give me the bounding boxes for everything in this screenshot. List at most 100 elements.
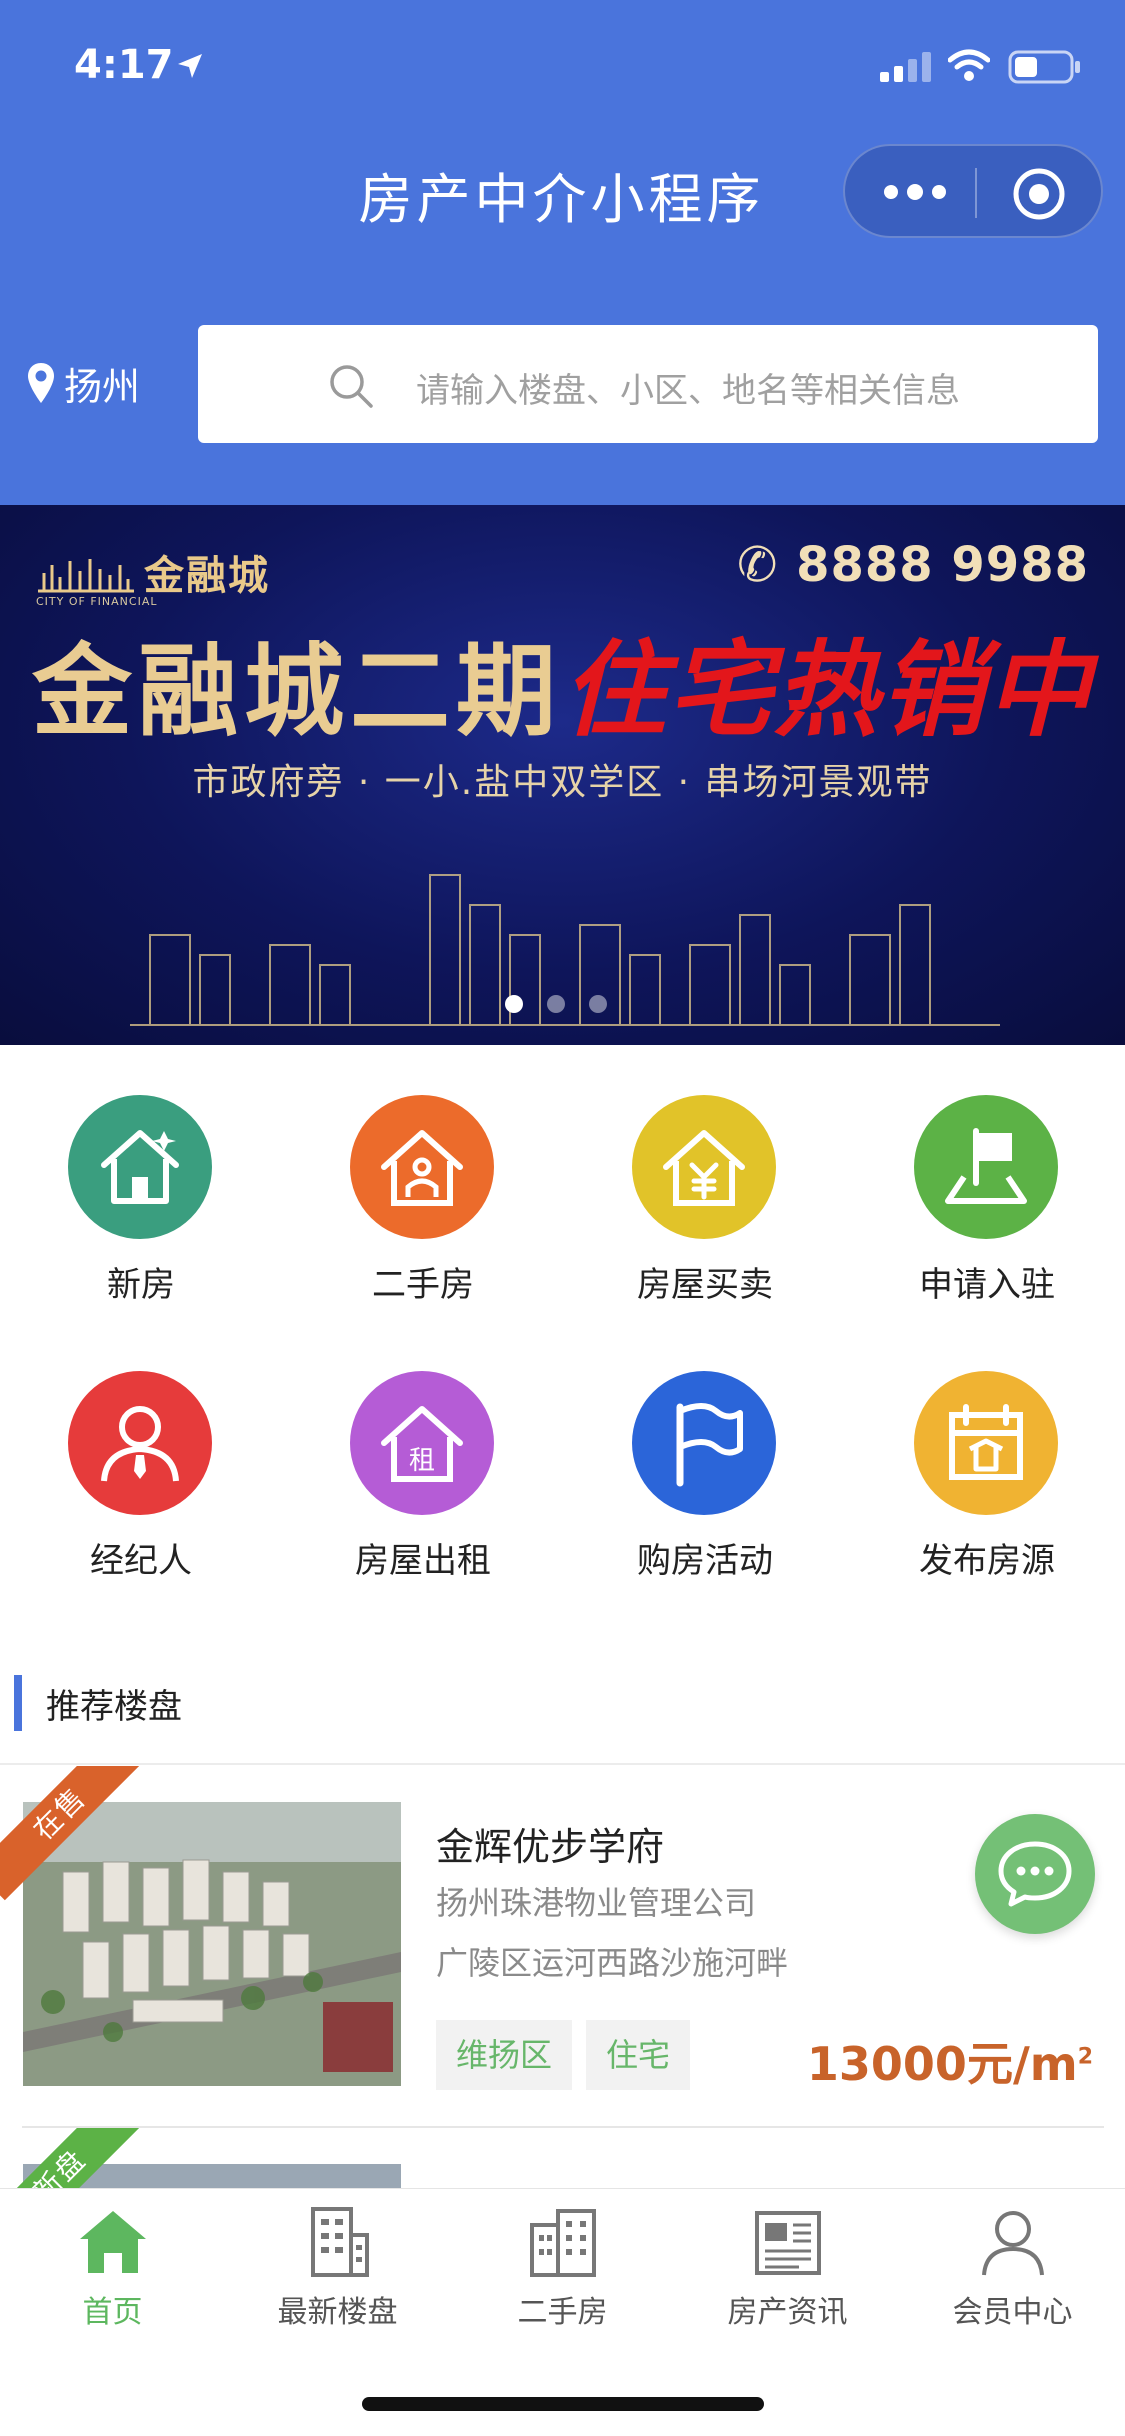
- search-input[interactable]: 请输入楼盘、小区、地名等相关信息: [198, 325, 1098, 443]
- listing-name: 万科锦汇·翡翠国际: [436, 2178, 752, 2188]
- ribbon-label: 新盘: [0, 2128, 140, 2188]
- listing-ribbon: 在售: [0, 1766, 140, 1906]
- more-options-icon[interactable]: [883, 179, 947, 205]
- status-time: 4:17: [74, 42, 174, 88]
- banner-subline: 市政府旁 · 一小.盐中双学区 · 串场河景观带: [192, 762, 933, 803]
- agent-icon: [101, 1406, 179, 1482]
- category-label: 房屋买卖: [637, 1265, 773, 1305]
- category-label: 新房: [107, 1265, 175, 1305]
- section-divider: [0, 1763, 1125, 1765]
- new-house-icon: [101, 1130, 179, 1204]
- header: 4:17 房产中介小程序 扬州 请输入楼盘、小区、地名等相关信息: [0, 0, 1125, 505]
- city-skyline-illustration: [130, 874, 1000, 1026]
- listing-price: 13000元/m2: [807, 2028, 1093, 2094]
- listing-tag-district: 维扬区: [436, 2020, 573, 2090]
- chat-bubble-icon: [998, 1841, 1072, 1907]
- location-selector[interactable]: 扬州: [26, 355, 140, 411]
- close-mini-program-icon[interactable]: [1011, 166, 1067, 222]
- listing-price-value: 13000元/m: [806, 2037, 1078, 2091]
- category-publish-listing[interactable]: 发布房源: [846, 1321, 1125, 1581]
- category-second-hand-house[interactable]: 二手房: [282, 1045, 564, 1305]
- rent-house-icon: 租: [381, 1406, 463, 1482]
- listing-card[interactable]: 新盘 万科锦汇·翡翠国际: [0, 2128, 1125, 2188]
- category-rent-house[interactable]: 租 房屋出租: [282, 1321, 564, 1581]
- category-label: 经纪人: [90, 1541, 192, 1581]
- category-grid: 新房 二手房 房屋买卖 申请入驻 经纪人 租 房屋出租 购房活动 发布房源: [0, 1045, 1125, 1605]
- tab-member-center[interactable]: 会员中心: [900, 2189, 1125, 2339]
- banner-brand-name: 金融城: [144, 553, 270, 599]
- tab-label: 首页: [82, 2295, 143, 2330]
- listing-card[interactable]: 在售 金辉优步学府 扬州珠港物业管理公司 广陵区运河西路沙施河畔 维扬区 住宅 …: [0, 1766, 1125, 2126]
- listing-ribbon: 新盘: [0, 2128, 140, 2188]
- ribbon-label: 在售: [0, 1766, 140, 1901]
- banner-dot-2[interactable]: [547, 995, 565, 1013]
- category-circle: [632, 1371, 776, 1515]
- publish-listing-icon: [949, 1404, 1023, 1480]
- category-circle: [68, 1371, 212, 1515]
- category-apply-settle[interactable]: 申请入驻: [846, 1045, 1125, 1305]
- category-circle: [914, 1371, 1058, 1515]
- banner-headline-main: 金融城二期: [32, 632, 562, 750]
- category-circle: [68, 1095, 212, 1239]
- second-hand-house-icon: [381, 1130, 463, 1206]
- wifi-icon: [948, 49, 990, 81]
- tab-second-hand[interactable]: 二手房: [450, 2189, 675, 2339]
- signal-icon: [880, 52, 931, 82]
- banner-headline-accent: 住宅热销中: [562, 628, 1093, 751]
- user-icon: [982, 2211, 1044, 2276]
- tab-latest-projects[interactable]: 最新楼盘: [225, 2189, 450, 2339]
- search-placeholder: 请输入楼盘、小区、地名等相关信息: [416, 371, 960, 411]
- banner-dot-1[interactable]: [505, 995, 523, 1013]
- location-label: 扬州: [64, 364, 141, 409]
- banner-pagination: [505, 995, 607, 1013]
- category-agent[interactable]: 经纪人: [0, 1321, 282, 1581]
- news-icon: [755, 2211, 821, 2275]
- mini-program-capsule: [843, 144, 1103, 238]
- category-circle: 租: [350, 1371, 494, 1515]
- tab-home[interactable]: 首页: [0, 2189, 225, 2339]
- category-circle: [914, 1095, 1058, 1239]
- search-icon: [330, 365, 373, 408]
- apartment-icon: [530, 2209, 596, 2277]
- svg-text:租: 租: [409, 1446, 435, 1476]
- banner-brand: 金融城 CITY OF FINANCIAL: [36, 543, 270, 608]
- skyline-logo-icon: [38, 559, 134, 593]
- tab-news[interactable]: 房产资讯: [675, 2189, 900, 2339]
- category-label: 购房活动: [637, 1541, 773, 1581]
- banner-phone: ✆ 8888 9988: [737, 537, 1089, 593]
- category-circle: [350, 1095, 494, 1239]
- section-title-bar: [14, 1675, 22, 1731]
- section-title-text: 推荐楼盘: [46, 1686, 182, 1727]
- category-label: 房屋出租: [355, 1541, 491, 1581]
- flag-land-icon: [945, 1128, 1027, 1204]
- tab-label: 二手房: [517, 2295, 608, 2330]
- category-house-trade[interactable]: 房屋买卖: [564, 1045, 846, 1305]
- tab-label: 最新楼盘: [277, 2295, 398, 2330]
- listing-name: 金辉优步学府: [436, 1825, 665, 1869]
- listing-address: 广陵区运河西路沙施河畔: [436, 1944, 789, 1982]
- promo-banner[interactable]: 金融城 CITY OF FINANCIAL ✆ 8888 9988 金融城二期住…: [0, 505, 1125, 1045]
- listing-tag-type: 住宅: [586, 2020, 691, 2090]
- chat-float-button[interactable]: [975, 1814, 1095, 1934]
- listing-price-unit-sup: 2: [1077, 2044, 1093, 2070]
- bottom-tab-bar: 首页 最新楼盘 二手房 房产资讯 会员中心: [0, 2188, 1125, 2436]
- location-arrow-icon: [178, 54, 202, 78]
- location-pin-icon: [28, 363, 54, 403]
- house-trade-icon: [663, 1130, 745, 1206]
- building-icon: [311, 2207, 369, 2277]
- section-title: 推荐楼盘: [14, 1675, 182, 1731]
- battery-icon: [1008, 50, 1080, 84]
- banner-dot-3[interactable]: [589, 995, 607, 1013]
- category-label: 申请入驻: [919, 1265, 1055, 1305]
- category-circle: [632, 1095, 776, 1239]
- listing-company: 扬州珠港物业管理公司: [436, 1884, 757, 1922]
- category-label: 二手房: [372, 1265, 474, 1305]
- banner-headline: 金融城二期住宅热销中: [32, 605, 1092, 756]
- category-purchase-events[interactable]: 购房活动: [564, 1321, 846, 1581]
- capsule-divider: [975, 168, 977, 218]
- home-indicator: [362, 2397, 764, 2411]
- event-flag-icon: [676, 1403, 743, 1487]
- home-icon: [80, 2211, 146, 2273]
- tab-label: 房产资讯: [727, 2295, 848, 2330]
- category-new-house[interactable]: 新房: [0, 1045, 282, 1305]
